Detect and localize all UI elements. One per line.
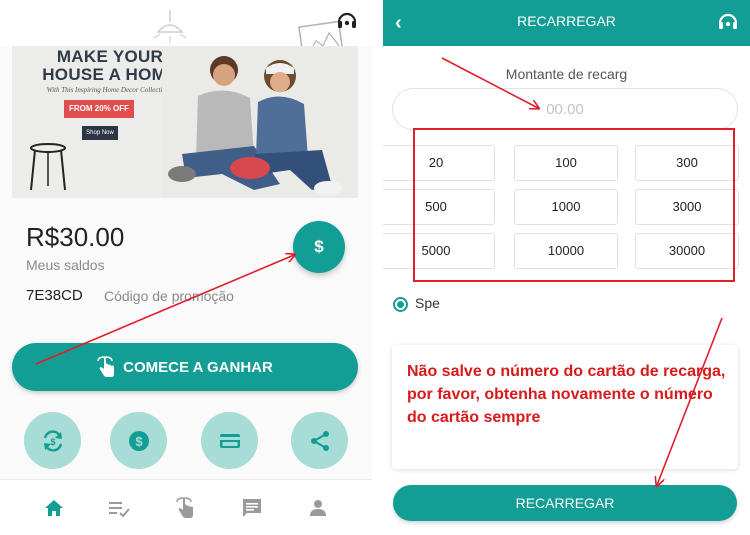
payment-option-label: Spe bbox=[415, 295, 440, 311]
couple-photo bbox=[162, 46, 358, 198]
deposit-button[interactable]: $ bbox=[110, 412, 167, 469]
svg-text:$: $ bbox=[135, 434, 143, 449]
amount-chip[interactable]: 100 bbox=[514, 145, 618, 181]
amount-chip[interactable]: 1000 bbox=[514, 189, 618, 225]
amount-chip[interactable]: 300 bbox=[635, 145, 739, 181]
stool-icon bbox=[30, 143, 66, 191]
bottom-nav bbox=[0, 479, 372, 535]
amount-chip[interactable]: 30000 bbox=[635, 233, 739, 269]
balance-label: Meus saldos bbox=[26, 257, 105, 273]
promo-code-label: Código de promoção bbox=[104, 288, 234, 304]
amount-chip[interactable]: 3000 bbox=[635, 189, 739, 225]
banner-shop-button[interactable]: Shop Now bbox=[82, 126, 118, 140]
svg-text:$: $ bbox=[50, 437, 55, 447]
recharge-header: ‹ RECARREGAR bbox=[383, 0, 750, 46]
card-icon bbox=[219, 433, 240, 448]
amount-label: Montante de recarg bbox=[505, 66, 628, 82]
screen-divider bbox=[372, 0, 383, 535]
warning-message: Não salve o número do cartão de recarga,… bbox=[407, 363, 726, 426]
share-button[interactable] bbox=[291, 412, 348, 469]
warning-card: Não salve o número do cartão de recarga,… bbox=[392, 345, 738, 469]
amount-chip[interactable]: 5000 bbox=[383, 233, 495, 269]
share-icon bbox=[310, 430, 329, 451]
chat-icon[interactable] bbox=[240, 496, 264, 520]
amount-input[interactable] bbox=[392, 88, 738, 130]
customer-support-icon[interactable] bbox=[717, 11, 739, 33]
tap-icon[interactable] bbox=[174, 496, 198, 520]
screenshot-root: MAKE YOUR HOUSE A HOME With This Inspiri… bbox=[0, 0, 750, 535]
dollar-icon: $ bbox=[128, 430, 149, 451]
tap-hand-icon bbox=[97, 356, 115, 377]
page-title: RECARREGAR bbox=[517, 13, 616, 29]
lamp-icon bbox=[153, 10, 187, 43]
home-icon[interactable] bbox=[42, 496, 66, 520]
amount-chip[interactable]: 10000 bbox=[514, 233, 618, 269]
exchange-button[interactable]: $ bbox=[24, 412, 81, 469]
exchange-icon: $ bbox=[43, 429, 62, 452]
promo-code: 7E38CD bbox=[26, 287, 83, 304]
recharge-submit-button[interactable]: RECARREGAR bbox=[393, 485, 737, 521]
wallet-screen: MAKE YOUR HOUSE A HOME With This Inspiri… bbox=[0, 0, 372, 535]
amount-chip[interactable]: 500 bbox=[383, 189, 495, 225]
recharge-button[interactable]: $ bbox=[293, 221, 345, 273]
recharge-screen: ‹ RECARREGAR Montante de recarg 20 100 3… bbox=[383, 0, 750, 535]
promo-banner[interactable]: MAKE YOUR HOUSE A HOME With This Inspiri… bbox=[12, 46, 358, 198]
banner-offer-badge: FROM 20% OFF bbox=[64, 100, 134, 118]
balance-amount: R$30.00 bbox=[26, 222, 125, 252]
amount-chip[interactable]: 20 bbox=[383, 145, 495, 181]
dollar-icon: $ bbox=[314, 237, 324, 256]
list-icon[interactable] bbox=[107, 496, 131, 520]
customer-support-icon[interactable] bbox=[336, 10, 358, 32]
payment-option-radio[interactable] bbox=[393, 297, 408, 312]
start-earning-button[interactable]: COMECE A GANHAR bbox=[12, 343, 358, 391]
start-earning-label: COMECE A GANHAR bbox=[123, 358, 273, 376]
card-button[interactable] bbox=[201, 412, 258, 469]
profile-icon[interactable] bbox=[306, 496, 330, 520]
